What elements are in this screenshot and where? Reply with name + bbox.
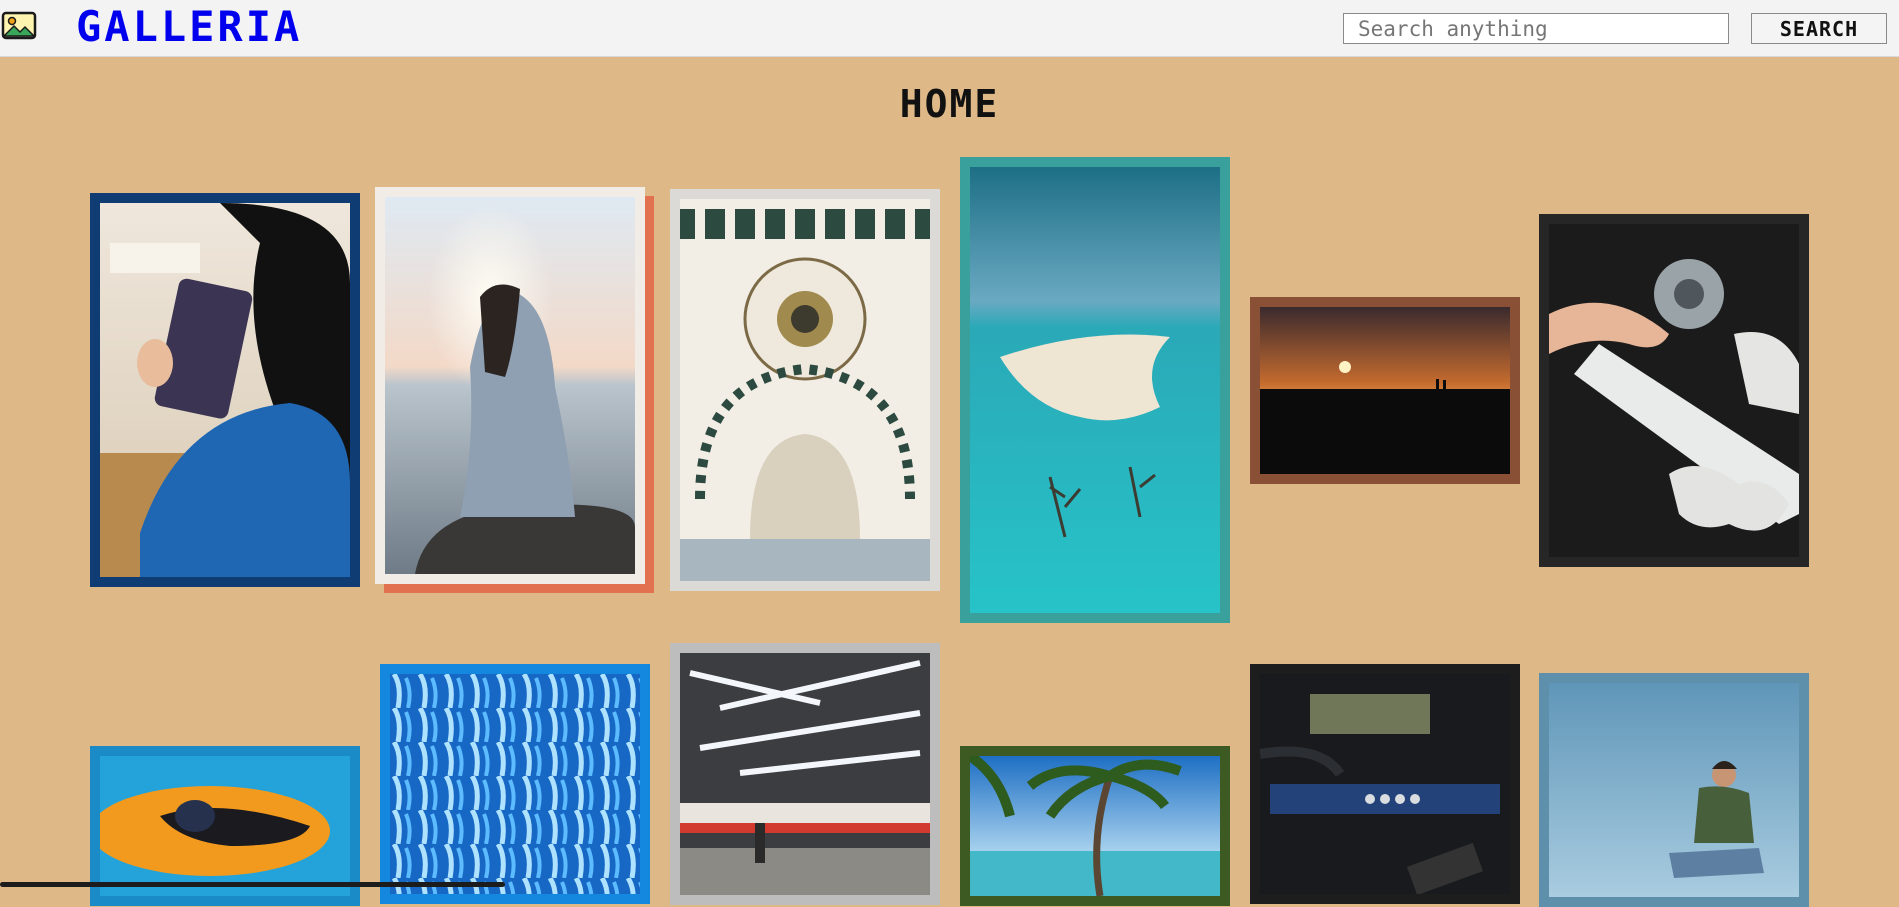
photo-man-sky bbox=[1549, 683, 1799, 897]
photo-palm-beach bbox=[970, 756, 1220, 896]
gallery-card-beach-sandbar[interactable] bbox=[960, 157, 1230, 623]
search-button[interactable]: SEARCH bbox=[1751, 13, 1887, 44]
photo-tablet-reader bbox=[100, 203, 350, 577]
gallery-card-sunset-silhouette[interactable] bbox=[1250, 297, 1520, 484]
page-title: HOME bbox=[899, 82, 1000, 126]
gallery-card-mosque-dome[interactable] bbox=[670, 189, 940, 591]
gallery-card-man-sky[interactable] bbox=[1539, 673, 1809, 907]
gallery-card-subway-station[interactable] bbox=[670, 643, 940, 905]
gallery-card-woman-sunset-sea[interactable] bbox=[375, 187, 645, 584]
brand-logo[interactable]: GALLERIA bbox=[76, 2, 302, 52]
gallery-card-tablet-reader[interactable] bbox=[90, 193, 360, 587]
photo-beach-sandbar bbox=[970, 167, 1220, 613]
gallery-card-console-teardown[interactable] bbox=[1539, 214, 1809, 567]
photo-sunset-silhouette bbox=[1260, 307, 1510, 474]
image-icon[interactable] bbox=[1, 11, 37, 40]
photo-pool-float bbox=[100, 756, 350, 896]
photo-console-teardown bbox=[1549, 224, 1799, 557]
photo-mosque-dome bbox=[680, 199, 930, 581]
horizontal-scrollbar[interactable] bbox=[0, 882, 505, 887]
gallery-card-blue-abstract[interactable] bbox=[380, 664, 650, 904]
gallery-card-circuit-board[interactable] bbox=[1250, 664, 1520, 904]
photo-woman-sunset-sea bbox=[385, 197, 635, 574]
photo-blue-abstract bbox=[390, 674, 640, 894]
gallery-card-palm-beach[interactable] bbox=[960, 746, 1230, 906]
photo-circuit-board bbox=[1260, 674, 1510, 894]
photo-subway-station bbox=[680, 653, 930, 895]
search-input[interactable] bbox=[1343, 13, 1729, 44]
top-nav-bar: GALLERIA SEARCH bbox=[0, 0, 1899, 57]
